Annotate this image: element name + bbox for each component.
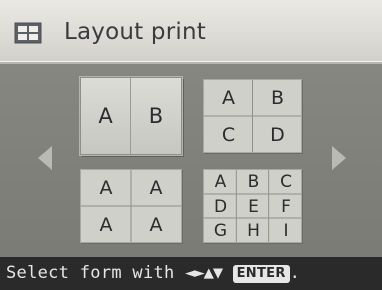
layout-cell: D	[213, 196, 228, 217]
layout-cell: C	[280, 172, 292, 192]
title-bar: Layout print	[0, 0, 382, 64]
status-bar: Select form with ◄►▲▼ ENTER.	[0, 257, 382, 290]
layout-cell: A	[222, 87, 235, 109]
layout-grid-icon	[14, 22, 42, 44]
page-title: Layout print	[64, 19, 206, 45]
arrow-right-icon[interactable]	[332, 146, 346, 170]
arrow-left-icon[interactable]	[38, 146, 52, 170]
layout-option-4same[interactable]: A A A A	[80, 169, 182, 243]
layout-cell: A	[81, 78, 131, 154]
layout-cell: A	[99, 177, 113, 199]
layout-cell: D	[270, 123, 285, 146]
layout-cell: A	[214, 172, 227, 192]
layout-cell: B	[148, 104, 164, 128]
layout-cell: B	[247, 172, 260, 192]
layout-cell: E	[248, 196, 259, 217]
layout-cell: A	[99, 213, 113, 236]
layout-cell: A	[149, 177, 163, 199]
screen: Layout print A B A B C D A A A A A B C D…	[0, 0, 382, 290]
enter-key-badge: ENTER	[232, 265, 290, 283]
layout-option-4up[interactable]: A B C D	[203, 79, 302, 153]
layout-cell: C	[221, 123, 236, 146]
instruction-label: Select form with	[6, 263, 175, 283]
layout-cell: A	[149, 213, 163, 236]
instruction-end: .	[289, 263, 301, 283]
layout-option-2up[interactable]: A B	[80, 77, 182, 155]
layout-cell: I	[283, 221, 289, 241]
layout-cell: B	[270, 87, 285, 109]
instruction-text: Select form with ◄►▲▼ ENTER.	[6, 263, 300, 283]
direction-arrows-icon: ◄►▲▼	[185, 263, 223, 283]
layout-cell: F	[281, 196, 291, 217]
layout-cell: G	[213, 221, 228, 241]
layout-cell: H	[247, 221, 260, 241]
layout-option-9up[interactable]: A B C D E F G H I	[203, 169, 302, 243]
